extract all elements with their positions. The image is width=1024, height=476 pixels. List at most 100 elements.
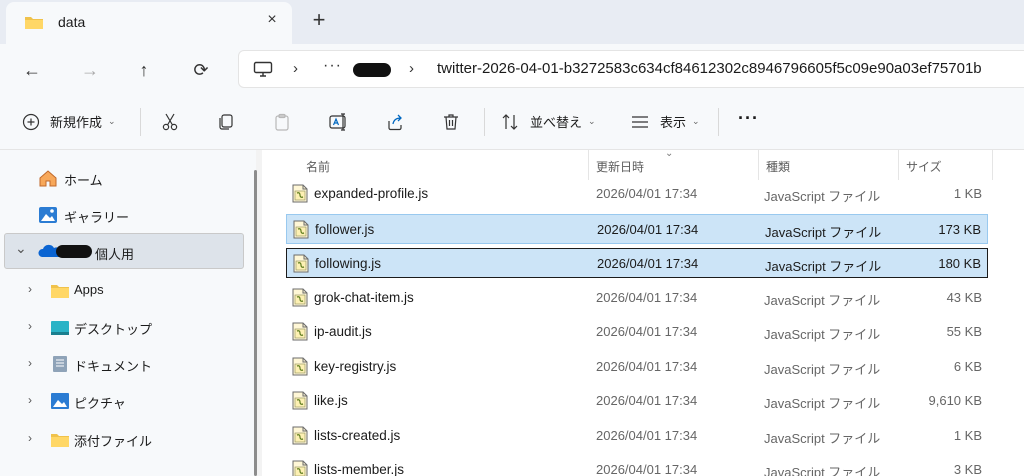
new-button[interactable]: 新規作成 ⌄ xyxy=(22,112,116,131)
file-date-modified: 2026/04/01 17:34 xyxy=(596,393,698,408)
chevron-right-icon[interactable]: › xyxy=(28,282,32,296)
column-divider[interactable] xyxy=(898,150,899,180)
sidebar-item-label: デスクトップ xyxy=(74,322,153,337)
file-date-modified: 2026/04/01 17:34 xyxy=(596,324,698,339)
share-icon xyxy=(388,114,402,131)
view-button-label: 表示 xyxy=(660,115,687,130)
sidebar-item-label: ギャラリー xyxy=(64,210,130,225)
file-date-modified: 2026/04/01 17:34 xyxy=(596,358,698,374)
tab-bar: data × + xyxy=(0,0,1024,44)
chevron-right-icon[interactable]: › xyxy=(28,319,32,333)
chevron-right-icon[interactable]: › xyxy=(28,431,32,445)
share-button[interactable] xyxy=(385,112,405,132)
new-tab-button[interactable]: + xyxy=(309,7,329,33)
sort-button[interactable]: 並べ替え ⌄ xyxy=(500,112,596,131)
breadcrumb-separator[interactable]: › xyxy=(293,60,298,77)
rename-button[interactable] xyxy=(328,112,350,132)
file-type: JavaScript ファイル xyxy=(764,430,881,446)
sidebar-item-home[interactable]: ホーム xyxy=(0,160,240,196)
sort-indicator-icon: ⌄ xyxy=(665,148,674,159)
file-size: 173 KB xyxy=(938,221,981,237)
chevron-right-icon[interactable]: › xyxy=(28,356,32,370)
file-type: JavaScript ファイル xyxy=(764,189,881,204)
file-row[interactable]: expanded-profile.js 2026/04/01 17:34 JavaS… xyxy=(286,179,988,209)
column-header-type[interactable]: 種類 xyxy=(766,158,790,175)
file-row[interactable]: lists-created.js 2026/04/01 17:34 JavaScri… xyxy=(286,421,988,451)
column-divider[interactable] xyxy=(588,150,589,180)
javascript-file-icon xyxy=(292,391,308,410)
close-tab-icon[interactable]: × xyxy=(262,11,282,29)
sidebar-item-apps[interactable]: › Apps xyxy=(0,272,240,308)
javascript-file-icon xyxy=(293,254,309,273)
copy-icon xyxy=(219,114,233,130)
command-bar: 新規作成 ⌄ 並べ替え ⌄ 表示 ⌄ ··· xyxy=(0,96,1024,150)
column-header-name[interactable]: 名前 xyxy=(306,158,330,175)
column-header-date-modified[interactable]: 更新日時 xyxy=(596,158,644,175)
chevron-down-icon[interactable]: ⌄ xyxy=(15,240,27,257)
file-date-modified: 2026/04/01 17:34 xyxy=(597,256,699,271)
file-row[interactable]: lists-member.js 2026/04/01 17:34 JavaScrip… xyxy=(286,455,988,476)
breadcrumb-overflow-button[interactable]: ··· xyxy=(323,57,342,75)
sidebar-item-attachments[interactable]: › 添付ファイル xyxy=(0,421,240,457)
navigation-bar: ← → ↑ ⟳ › ··· › twitter-2026-04-01-b3272… xyxy=(0,44,1024,96)
redacted-account-name xyxy=(56,245,92,258)
sidebar-item-documents[interactable]: › ドキュメント xyxy=(0,346,240,382)
file-type: JavaScript ファイル xyxy=(764,396,881,411)
breadcrumb-current-folder[interactable]: twitter-2026-04-01-b3272583c634cf8461230… xyxy=(437,60,982,77)
file-name: like.js xyxy=(314,393,348,408)
breadcrumb-separator[interactable]: › xyxy=(409,60,414,77)
sidebar-item-gallery[interactable]: ギャラリー xyxy=(0,197,240,233)
gallery-icon xyxy=(39,207,57,223)
tab-data[interactable]: data × xyxy=(6,2,292,44)
file-type: JavaScript ファイル xyxy=(765,224,882,240)
address-bar[interactable]: › ··· › twitter-2026-04-01-b3272583c634c… xyxy=(238,50,1024,88)
paste-button[interactable] xyxy=(272,112,292,132)
javascript-file-icon xyxy=(292,322,308,341)
javascript-file-icon xyxy=(292,460,308,476)
clipboard-icon xyxy=(275,113,289,131)
file-size: 55 KB xyxy=(946,324,982,339)
scissors-icon xyxy=(162,113,178,131)
javascript-file-icon xyxy=(292,426,308,445)
sidebar-item-desktop[interactable]: › デスクトップ xyxy=(0,309,240,345)
up-button[interactable]: ↑ xyxy=(132,58,156,82)
file-name: expanded-profile.js xyxy=(314,186,429,201)
more-options-button[interactable]: ··· xyxy=(738,108,759,129)
file-type: JavaScript ファイル xyxy=(765,259,882,274)
redacted-breadcrumb[interactable] xyxy=(353,63,391,77)
file-row[interactable]: key-registry.js 2026/04/01 17:34 JavaScrip… xyxy=(286,352,988,382)
file-date-modified: 2026/04/01 17:34 xyxy=(596,289,698,305)
file-size: 3 KB xyxy=(953,462,982,476)
sidebar-item-onedrive-personal[interactable]: ⌄ 個人用 xyxy=(0,234,240,270)
file-row[interactable]: follower.js 2026/04/01 17:34 JavaScript ファ… xyxy=(286,213,988,244)
sidebar-item-label: Apps xyxy=(74,282,104,297)
refresh-button[interactable]: ⟳ xyxy=(189,58,213,82)
chevron-right-icon[interactable]: › xyxy=(28,393,32,407)
file-row[interactable]: ip-audit.js 2026/04/01 17:34 JavaScript ファ… xyxy=(286,317,988,347)
file-name: key-registry.js xyxy=(314,358,397,374)
sidebar-item-label: 添付ファイル xyxy=(74,434,153,449)
column-divider[interactable] xyxy=(992,150,993,180)
sidebar-item-pictures[interactable]: › ピクチャ xyxy=(0,383,240,419)
file-row[interactable]: following.js 2026/04/01 17:34 JavaScript フ… xyxy=(286,248,988,278)
file-row[interactable]: like.js 2026/04/01 17:34 JavaScript ファイル 9,… xyxy=(286,386,988,416)
file-row[interactable]: grok-chat-item.js 2026/04/01 17:34 JavaScr… xyxy=(286,283,988,313)
home-icon xyxy=(39,170,57,187)
file-name: follower.js xyxy=(315,221,375,237)
delete-button[interactable] xyxy=(441,112,461,132)
file-date-modified: 2026/04/01 17:34 xyxy=(596,462,698,476)
tab-title: data xyxy=(58,14,86,30)
file-size: 43 KB xyxy=(946,289,982,305)
file-name: grok-chat-item.js xyxy=(314,289,414,305)
back-button[interactable]: ← xyxy=(20,58,44,82)
cut-button[interactable] xyxy=(160,112,180,132)
forward-button[interactable]: → xyxy=(78,58,102,82)
copy-button[interactable] xyxy=(216,112,236,132)
navigation-pane: ホーム ギャラリー ⌄ 個人用 › Apps › デスクトップ › ドキュメント… xyxy=(0,150,256,476)
column-divider[interactable] xyxy=(758,150,759,180)
view-button[interactable]: 表示 ⌄ xyxy=(630,112,700,131)
file-list-pane: 名前 更新日時 ⌄ 種類 サイズ expanded-profile.js 2026… xyxy=(262,148,1024,476)
navigation-scrollbar[interactable] xyxy=(254,170,257,476)
column-header-size[interactable]: サイズ xyxy=(906,158,942,175)
list-view-icon xyxy=(632,115,648,128)
